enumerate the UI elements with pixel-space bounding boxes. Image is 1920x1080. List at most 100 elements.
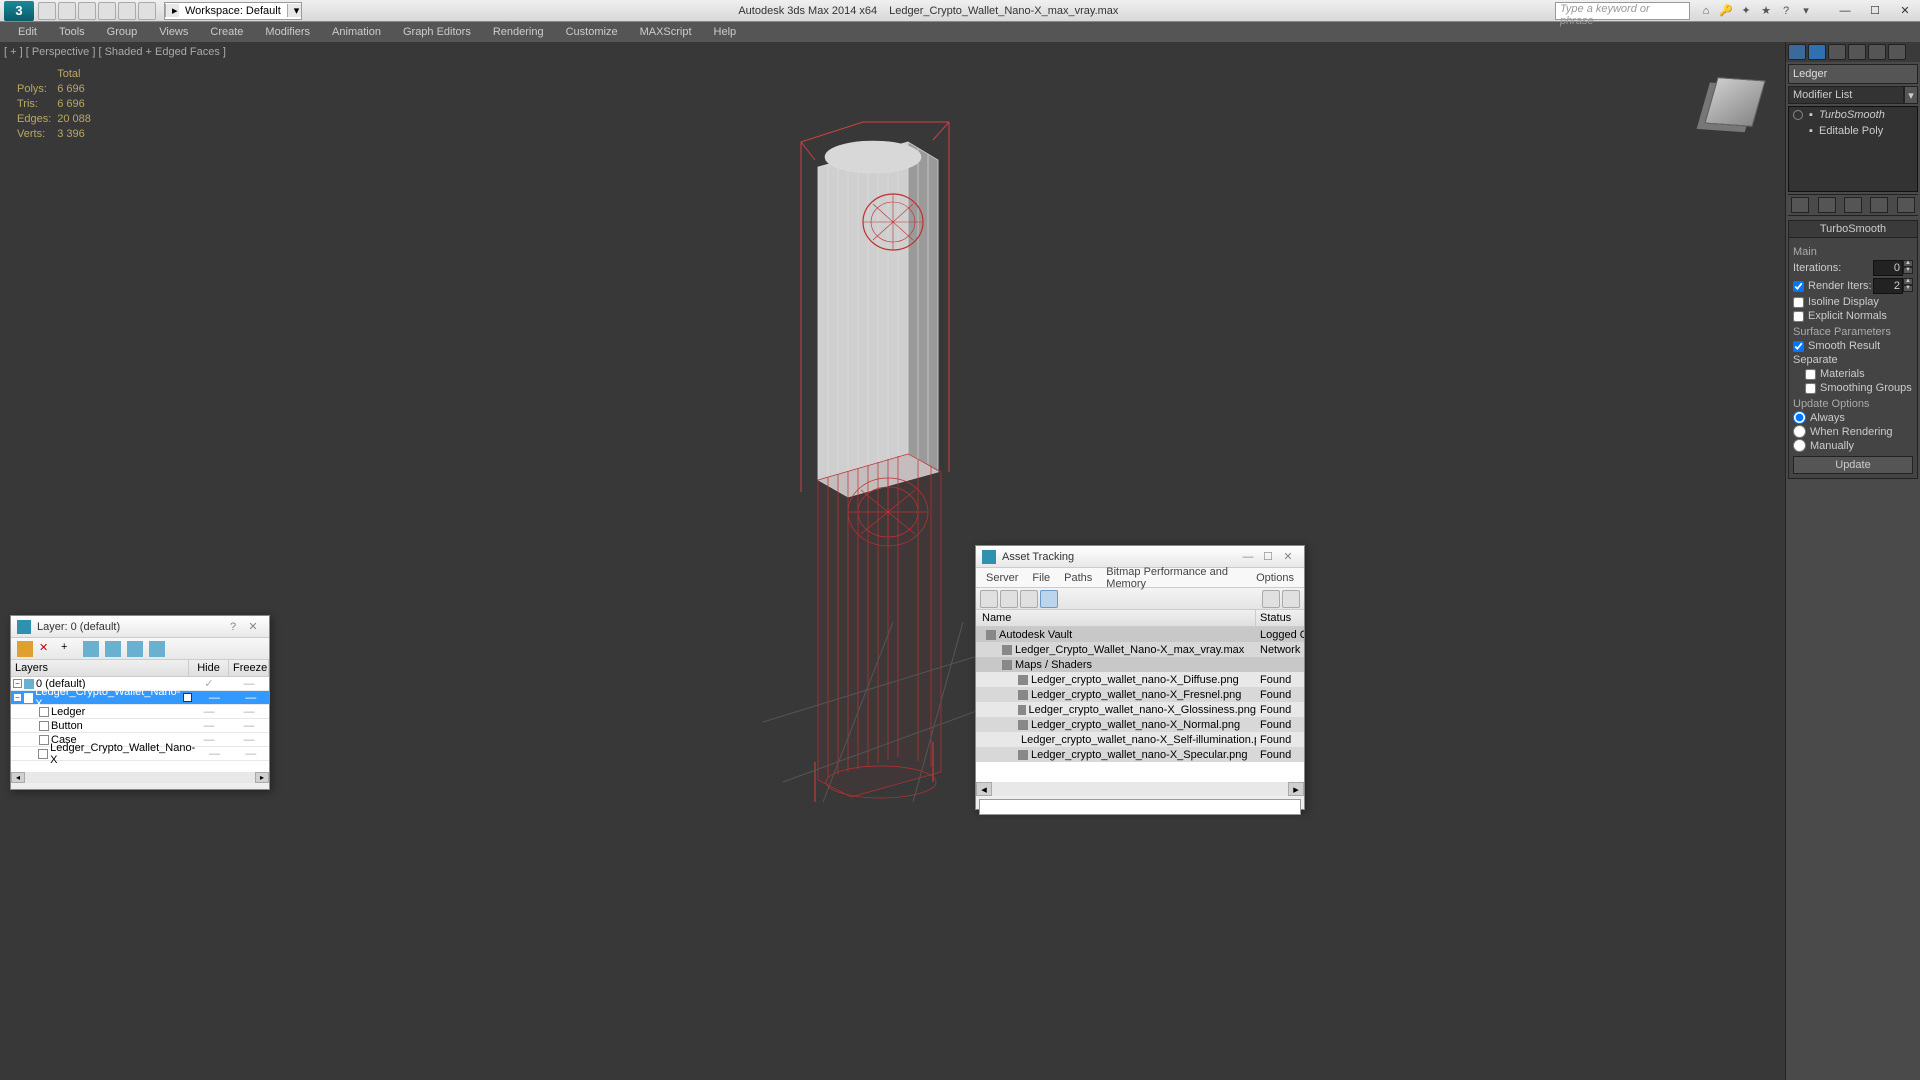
chevron-down-icon[interactable]: ▾ (1904, 86, 1918, 104)
menu-graph editors[interactable]: Graph Editors (393, 24, 481, 40)
viewport-label[interactable]: [ + ] [ Perspective ] [ Shaded + Edged F… (4, 46, 226, 58)
asset-prompt-input[interactable] (979, 799, 1301, 815)
asset-tag-icon[interactable] (1262, 590, 1280, 608)
asset-scroll-right-icon[interactable]: ▸ (1288, 782, 1304, 796)
asset-menu-server[interactable]: Server (980, 570, 1024, 586)
utilities-tab-icon[interactable] (1888, 44, 1906, 60)
render-iters-spinner[interactable]: ▲▼ (1873, 278, 1913, 294)
asset-menu-options[interactable]: Options (1250, 570, 1300, 586)
menu-modifiers[interactable]: Modifiers (255, 24, 320, 40)
asset-row[interactable]: Ledger_crypto_wallet_nano-X_Fresnel.pngF… (976, 687, 1304, 702)
qat-link-icon[interactable] (138, 2, 156, 20)
render-iters-checkbox[interactable] (1793, 281, 1804, 292)
asset-menu-paths[interactable]: Paths (1058, 570, 1098, 586)
create-tab-icon[interactable] (1788, 44, 1806, 60)
add-to-layer-icon[interactable]: + (61, 641, 77, 657)
minimize-button[interactable]: — (1830, 1, 1860, 21)
menu-edit[interactable]: Edit (8, 24, 47, 40)
asset-name-column[interactable]: Name (976, 610, 1256, 626)
asset-minimize-icon[interactable]: — (1238, 551, 1258, 563)
modify-tab-icon[interactable] (1808, 44, 1826, 60)
hierarchy-tab-icon[interactable] (1828, 44, 1846, 60)
menu-create[interactable]: Create (200, 24, 253, 40)
asset-view2-icon[interactable] (1020, 590, 1038, 608)
layer-close-icon[interactable]: ✕ (243, 620, 263, 633)
pin-stack-icon[interactable] (1791, 197, 1809, 213)
delete-layer-icon[interactable]: ✕ (39, 641, 55, 657)
asset-tracking-dialog[interactable]: Asset Tracking — ☐ ✕ ServerFilePathsBitm… (975, 545, 1305, 810)
update-mode-always[interactable]: Always (1793, 411, 1913, 424)
asset-close-icon[interactable]: ✕ (1278, 550, 1298, 563)
menu-views[interactable]: Views (149, 24, 198, 40)
make-unique-icon[interactable] (1844, 197, 1862, 213)
modifier-turbosmooth[interactable]: ▪TurboSmooth (1789, 107, 1917, 123)
layer-row[interactable]: −Ledger_Crypto_Wallet_Nano-X—— (11, 691, 269, 705)
menu-animation[interactable]: Animation (322, 24, 391, 40)
qat-open-icon[interactable] (58, 2, 76, 20)
scroll-left-icon[interactable]: ◂ (11, 772, 25, 783)
asset-maximize-icon[interactable]: ☐ (1258, 550, 1278, 563)
modifier-list-dropdown[interactable]: Modifier List (1788, 86, 1904, 104)
asset-tree-view-icon[interactable] (1040, 590, 1058, 608)
viewport[interactable]: [ + ] [ Perspective ] [ Shaded + Edged F… (0, 42, 1785, 1080)
asset-row[interactable]: Ledger_crypto_wallet_nano-X_Diffuse.pngF… (976, 672, 1304, 687)
qat-redo-icon[interactable] (118, 2, 136, 20)
asset-menu-bitmap-performance-and-memory[interactable]: Bitmap Performance and Memory (1100, 564, 1248, 592)
menu-tools[interactable]: Tools (49, 24, 95, 40)
rollout-header[interactable]: TurboSmooth (1789, 221, 1917, 238)
exchange-icon[interactable]: ✦ (1738, 3, 1754, 19)
menu-maxscript[interactable]: MAXScript (630, 24, 702, 40)
close-button[interactable]: ✕ (1890, 1, 1920, 21)
update-mode-when-rendering[interactable]: When Rendering (1793, 425, 1913, 438)
freeze-layer-icon[interactable] (149, 641, 165, 657)
asset-row[interactable]: Ledger_crypto_wallet_nano-X_Self-illumin… (976, 732, 1304, 747)
qat-save-icon[interactable] (78, 2, 96, 20)
layer-help-icon[interactable]: ? (223, 621, 243, 633)
asset-row[interactable]: Ledger_crypto_wallet_nano-X_Glossiness.p… (976, 702, 1304, 717)
layer-row[interactable]: Ledger_Crypto_Wallet_Nano-X—— (11, 747, 269, 761)
layer-manager-dialog[interactable]: Layer: 0 (default) ? ✕ ✕ + Layers Hide F… (10, 615, 270, 790)
asset-row[interactable]: Maps / Shaders (976, 657, 1304, 672)
new-layer-icon[interactable] (17, 641, 33, 657)
layer-row[interactable]: Ledger—— (11, 705, 269, 719)
remove-modifier-icon[interactable] (1870, 197, 1888, 213)
infocenter-icon[interactable]: ⌂ (1698, 3, 1714, 19)
hide-layer-icon[interactable] (127, 641, 143, 657)
app-logo[interactable]: 3 (4, 1, 34, 21)
layer-row[interactable]: Button—— (11, 719, 269, 733)
configure-sets-icon[interactable] (1897, 197, 1915, 213)
layers-column-header[interactable]: Layers (11, 660, 189, 676)
smooth-result-checkbox[interactable] (1793, 341, 1804, 352)
iterations-spinner[interactable]: ▲▼ (1873, 260, 1913, 276)
asset-refresh-icon[interactable] (980, 590, 998, 608)
menu-group[interactable]: Group (97, 24, 148, 40)
select-layer-icon[interactable] (83, 641, 99, 657)
show-end-result-icon[interactable] (1818, 197, 1836, 213)
asset-row[interactable]: Autodesk VaultLogged O (976, 627, 1304, 642)
maximize-button[interactable]: ☐ (1860, 1, 1890, 21)
modifier-stack[interactable]: ▪TurboSmooth▪Editable Poly (1788, 106, 1918, 192)
asset-row[interactable]: Ledger_Crypto_Wallet_Nano-X_max_vray.max… (976, 642, 1304, 657)
materials-checkbox[interactable] (1805, 369, 1816, 380)
help-icon[interactable]: ? (1778, 3, 1794, 19)
star-icon[interactable]: ★ (1758, 3, 1774, 19)
asset-scroll-left-icon[interactable]: ◂ (976, 782, 992, 796)
highlight-layer-icon[interactable] (105, 641, 121, 657)
display-tab-icon[interactable] (1868, 44, 1886, 60)
asset-status-column[interactable]: Status (1256, 610, 1304, 626)
menu-help[interactable]: Help (704, 24, 747, 40)
qat-new-icon[interactable] (38, 2, 56, 20)
search-input[interactable]: Type a keyword or phrase (1555, 2, 1690, 20)
update-mode-manually[interactable]: Manually (1793, 439, 1913, 452)
modifier-editable-poly[interactable]: ▪Editable Poly (1789, 123, 1917, 139)
dropdown-icon[interactable]: ▾ (1798, 3, 1814, 19)
asset-menu-file[interactable]: File (1026, 570, 1056, 586)
isoline-checkbox[interactable] (1793, 297, 1804, 308)
smoothing-groups-checkbox[interactable] (1805, 383, 1816, 394)
key-icon[interactable]: 🔑 (1718, 3, 1734, 19)
freeze-column-header[interactable]: Freeze (229, 660, 269, 676)
viewcube[interactable] (1695, 62, 1775, 142)
qat-undo-icon[interactable] (98, 2, 116, 20)
asset-scrollbar[interactable] (992, 782, 1288, 796)
scroll-right-icon[interactable]: ▸ (255, 772, 269, 783)
